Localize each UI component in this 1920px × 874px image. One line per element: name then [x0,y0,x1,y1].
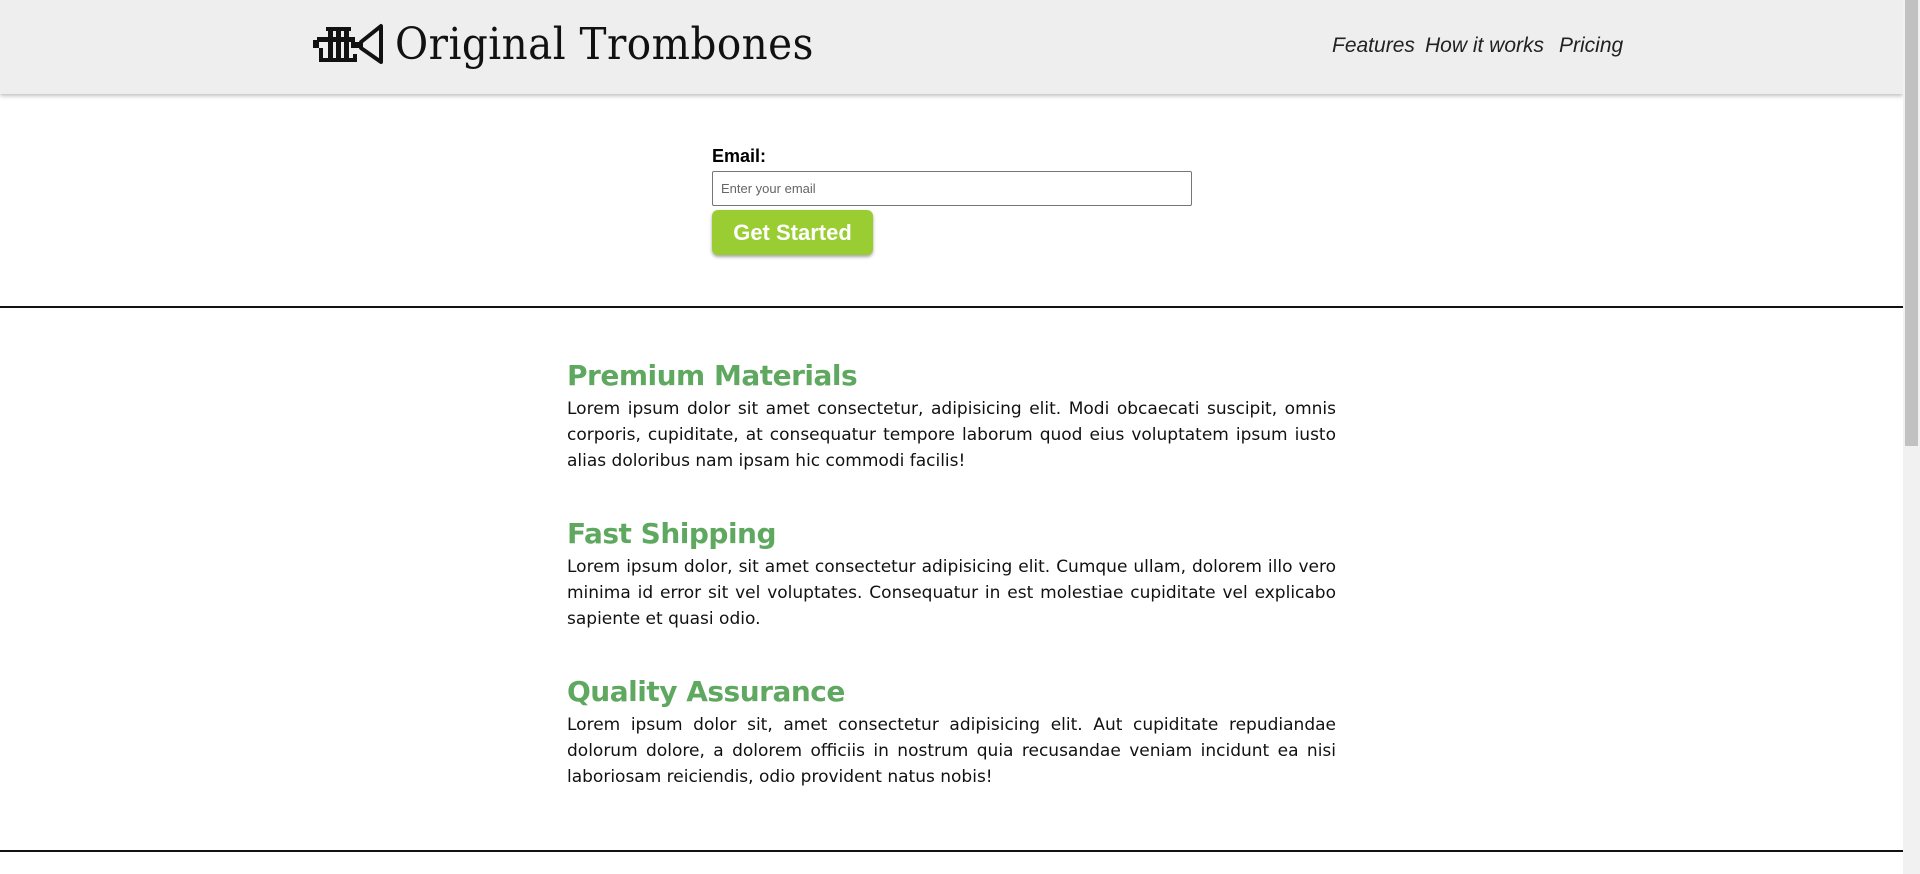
feature-item: Fast Shipping Lorem ipsum dolor, sit ame… [567,514,1336,632]
brand[interactable]: Original Trombones [313,14,850,74]
feature-text: Lorem ipsum dolor, sit amet consectetur … [567,557,1336,629]
site-header: Original Trombones Features How it works… [0,0,1903,94]
section-divider [0,850,1903,852]
feature-item: Premium Materials Lorem ipsum dolor sit … [567,356,1336,474]
email-form: Email: Get Started [712,146,1192,255]
email-label: Email: [712,146,767,166]
feature-text: Lorem ipsum dolor sit amet consectetur, … [567,399,1336,471]
feature-title: Quality Assurance [567,675,845,708]
nav-link-pricing[interactable]: Pricing [1559,34,1623,58]
feature-title: Fast Shipping [567,517,777,550]
vertical-scrollbar[interactable] [1903,0,1920,874]
scrollbar-thumb[interactable] [1905,0,1918,446]
nav-link-how-it-works[interactable]: How it works [1425,34,1544,58]
brand-name: Original Trombones [395,18,814,70]
feature-item: Quality Assurance Lorem ipsum dolor sit,… [567,672,1336,790]
get-started-button[interactable]: Get Started [712,210,873,255]
feature-text: Lorem ipsum dolor sit, amet consectetur … [567,715,1336,787]
feature-title: Premium Materials [567,359,858,392]
trumpet-icon [313,24,383,64]
nav-link-features[interactable]: Features [1332,34,1415,58]
features-section: Premium Materials Lorem ipsum dolor sit … [567,356,1336,830]
email-input[interactable] [712,171,1192,206]
section-divider [0,306,1903,308]
